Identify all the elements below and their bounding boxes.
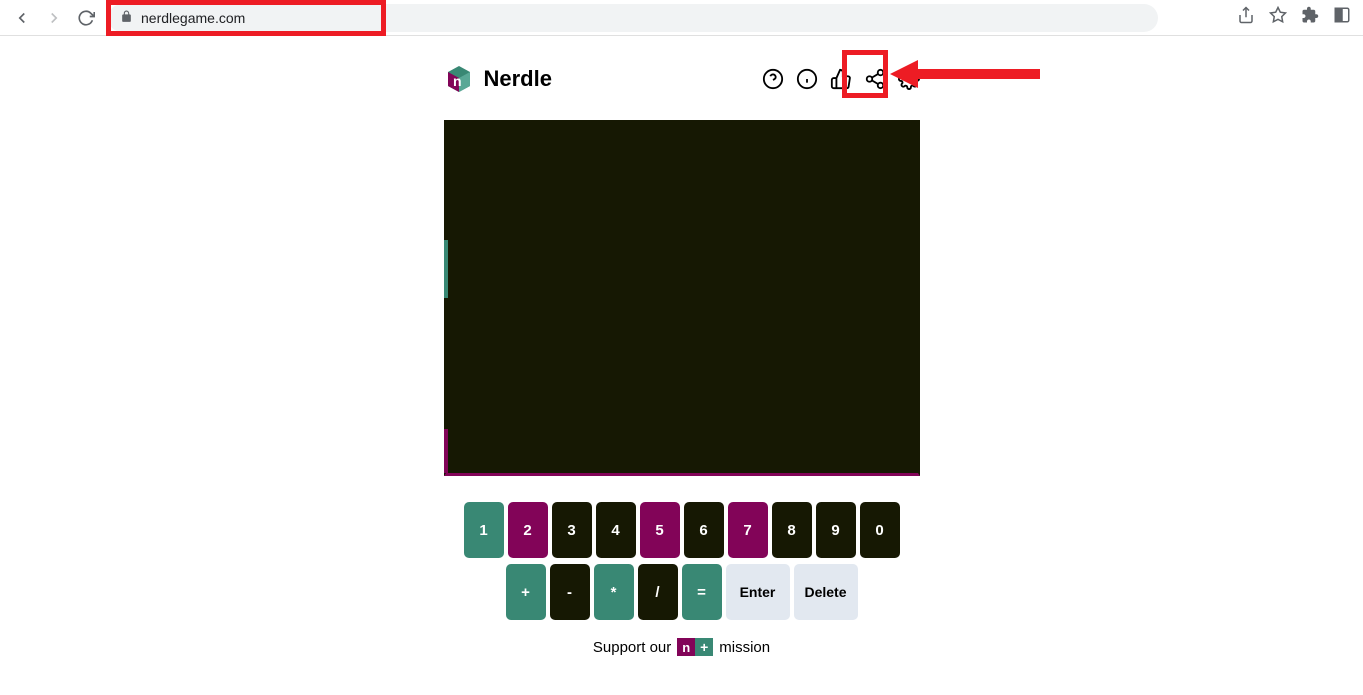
- account-icon[interactable]: [1333, 6, 1351, 29]
- svg-text:n: n: [453, 73, 462, 89]
- nerdle-logo-icon: n: [444, 64, 474, 94]
- board-edge-green: [444, 240, 448, 298]
- address-bar[interactable]: nerdlegame.com: [108, 4, 1158, 32]
- toolbar-right: [1237, 6, 1351, 29]
- badge-n-icon: n: [677, 638, 695, 656]
- browser-toolbar: nerdlegame.com: [0, 0, 1363, 36]
- help-icon[interactable]: [762, 68, 784, 90]
- url-text: nerdlegame.com: [141, 10, 245, 26]
- footer-suffix: mission: [719, 639, 770, 656]
- key-7[interactable]: 7: [728, 502, 768, 558]
- key-0[interactable]: 0: [860, 502, 900, 558]
- keyboard-row-1: 1234567890: [464, 502, 900, 558]
- key-9[interactable]: 9: [816, 502, 856, 558]
- key-2[interactable]: 2: [508, 502, 548, 558]
- key-1[interactable]: 1: [464, 502, 504, 558]
- extensions-icon[interactable]: [1301, 6, 1319, 29]
- key-enter[interactable]: Enter: [726, 564, 790, 620]
- game-title: Nerdle: [484, 66, 552, 92]
- lock-icon: [120, 10, 133, 26]
- key-3[interactable]: 3: [552, 502, 592, 558]
- reload-button[interactable]: [76, 8, 96, 28]
- key-=[interactable]: =: [682, 564, 722, 620]
- info-icon[interactable]: [796, 68, 818, 90]
- settings-icon[interactable]: [898, 68, 920, 90]
- key-8[interactable]: 8: [772, 502, 812, 558]
- page-content: n Nerdle: [0, 36, 1363, 656]
- key-+[interactable]: +: [506, 564, 546, 620]
- key-4[interactable]: 4: [596, 502, 636, 558]
- badge-plus-icon: +: [695, 638, 713, 656]
- key-6[interactable]: 6: [684, 502, 724, 558]
- forward-button[interactable]: [44, 8, 64, 28]
- share-page-icon[interactable]: [1237, 6, 1255, 29]
- footer[interactable]: Support our n + mission: [593, 638, 770, 656]
- bookmark-star-icon[interactable]: [1269, 6, 1287, 29]
- thumbs-up-icon[interactable]: [830, 68, 852, 90]
- key-/[interactable]: /: [638, 564, 678, 620]
- board-edge-purple: [444, 429, 448, 473]
- footer-prefix: Support our: [593, 639, 671, 656]
- key-delete[interactable]: Delete: [794, 564, 858, 620]
- back-button[interactable]: [12, 8, 32, 28]
- footer-badge: n +: [677, 638, 713, 656]
- key--[interactable]: -: [550, 564, 590, 620]
- game-header: n Nerdle: [444, 64, 920, 94]
- keyboard-row-2: +-*/=EnterDelete: [506, 564, 858, 620]
- share-icon[interactable]: [864, 68, 886, 90]
- keyboard: 1234567890 +-*/=EnterDelete: [464, 502, 900, 620]
- header-icons: [762, 68, 920, 90]
- key-5[interactable]: 5: [640, 502, 680, 558]
- game-board[interactable]: [444, 120, 920, 476]
- header-left: n Nerdle: [444, 64, 552, 94]
- key-*[interactable]: *: [594, 564, 634, 620]
